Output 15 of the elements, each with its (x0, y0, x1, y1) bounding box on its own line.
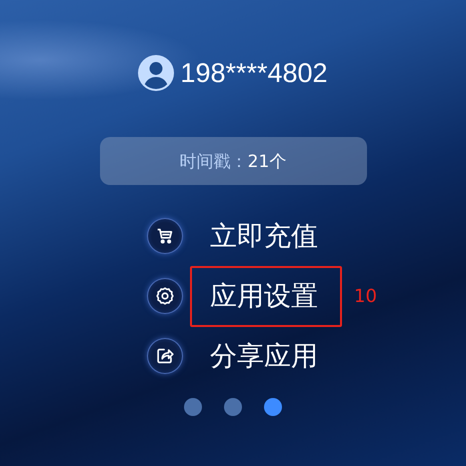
menu-item[interactable]: 分享应用 (190, 326, 342, 386)
phone-number: 198****4802 (180, 58, 328, 88)
icon-button[interactable] (147, 278, 183, 314)
avatar-icon (138, 55, 174, 91)
annotation-number: 10 (354, 286, 377, 306)
page-dot[interactable] (264, 398, 282, 416)
menu-item[interactable]: 应用设置 (190, 266, 342, 326)
page-dot[interactable] (184, 398, 202, 416)
timestamp-label: 时间戳： (180, 150, 248, 172)
timestamp-count: 21个 (248, 150, 286, 172)
settings-icon (154, 285, 176, 307)
menu-item[interactable]: 立即充值 (190, 206, 342, 266)
page-dot[interactable] (224, 398, 242, 416)
icon-button[interactable] (147, 338, 183, 374)
icon-button[interactable] (147, 218, 183, 254)
